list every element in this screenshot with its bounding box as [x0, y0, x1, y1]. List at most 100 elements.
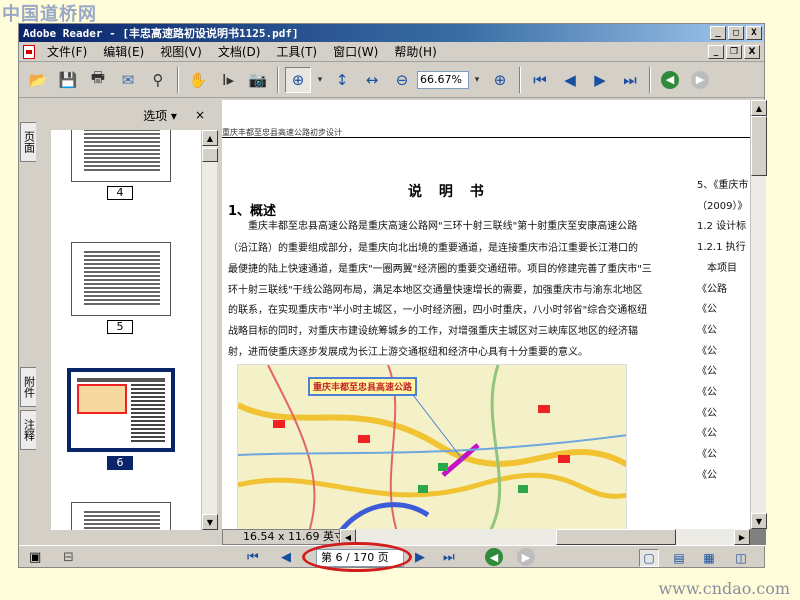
options-menu[interactable]: 选项 ▾ — [143, 107, 177, 124]
main-area: 页面 附件 注释 选项 ▾ × 4 5 6 ▲ ▼ 重庆丰都至忠县高速公路初步设… — [19, 100, 767, 545]
right-column-text: 《公路 — [697, 284, 727, 295]
toolbar-separator — [649, 66, 651, 93]
scroll-down-icon[interactable]: ▼ — [202, 514, 218, 530]
open-folder-icon[interactable]: 📂 — [25, 67, 51, 93]
thumbnail-scrollbar[interactable]: ▲ ▼ — [201, 130, 218, 530]
right-column-text: 1.2.1 执行 — [697, 242, 746, 253]
map-route-label: 重庆丰都至忠县高速公路 — [308, 377, 418, 396]
next-page-icon[interactable]: ▶ — [587, 67, 613, 93]
pdf-page: 重庆丰都至忠县高速公路初步设计 说 明 书 1、概述 重庆丰都至忠县高速公路是重… — [222, 100, 750, 529]
doc-restore-button[interactable]: ❐ — [726, 45, 742, 59]
go-forward-icon[interactable]: ▶ — [687, 67, 713, 93]
page-label-6[interactable]: 6 — [107, 456, 133, 470]
zoom-tool-dropdown-icon[interactable]: ▾ — [315, 67, 325, 93]
close-button[interactable]: X — [746, 26, 762, 40]
right-column-text: 《公 — [697, 428, 717, 439]
go-forward-icon[interactable]: ▶ — [517, 548, 535, 566]
print-icon[interactable]: 🖶 — [85, 67, 111, 93]
page-options-icon[interactable]: ⊟ — [63, 550, 74, 565]
scroll-up-icon[interactable]: ▲ — [751, 100, 767, 116]
right-column-text: 本项目 — [697, 263, 737, 274]
menu-bar: 文件(F) 编辑(E) 视图(V) 文档(D) 工具(T) 窗口(W) 帮助(H… — [19, 42, 764, 62]
window-title: Adobe Reader - [丰忠高速路初设说明书1125.pdf] — [23, 27, 299, 40]
continuous-facing-view-icon[interactable]: ◫ — [731, 549, 751, 567]
right-column-text: 《公 — [697, 346, 717, 357]
tab-attachments[interactable]: 附件 — [20, 367, 36, 407]
document-viewport[interactable]: 重庆丰都至忠县高速公路初步设计 说 明 书 1、概述 重庆丰都至忠县高速公路是重… — [222, 100, 767, 545]
map-graphic — [238, 365, 626, 529]
scroll-up-icon[interactable]: ▲ — [202, 130, 218, 146]
route-map-image: 重庆丰都至忠县高速公路 — [237, 364, 627, 529]
page-label-4[interactable]: 4 — [107, 186, 133, 200]
first-page-icon[interactable]: ⏮ — [527, 67, 553, 93]
previous-page-icon[interactable]: ◀ — [557, 67, 583, 93]
menu-document[interactable]: 文档(D) — [210, 43, 269, 60]
minimize-button[interactable]: _ — [710, 26, 726, 40]
document-title: 说 明 书 — [408, 184, 490, 200]
doc-close-button[interactable]: X — [744, 45, 760, 59]
page-thumbnail-4[interactable] — [71, 130, 171, 182]
zoom-input[interactable]: 66.67% — [417, 70, 469, 89]
scroll-right-icon[interactable]: ▶ — [734, 529, 750, 545]
scroll-down-icon[interactable]: ▼ — [751, 513, 767, 529]
fit-width-icon[interactable]: ↔ — [359, 67, 385, 93]
hscroll-track[interactable] — [356, 529, 734, 545]
facing-view-icon[interactable]: ▦ — [699, 549, 719, 567]
document-window-controls: _ ❐ X — [708, 45, 762, 59]
search-binoculars-icon[interactable]: ⚲ — [145, 67, 171, 93]
right-column-text: 《公 — [697, 325, 717, 336]
header-rule — [222, 137, 750, 138]
previous-page-icon[interactable]: ◀ — [281, 550, 291, 565]
doc-minimize-button[interactable]: _ — [708, 45, 724, 59]
pdf-document-icon[interactable] — [23, 44, 35, 59]
main-toolbar: 📂 💾 🖶 ✉ ⚲ ✋ I▸ 📷 ⊕ ▾ ↕ ↔ ⊖ 66.67% ▾ ⊕ ⏮ … — [19, 62, 764, 98]
go-back-icon[interactable]: ◀ — [657, 67, 683, 93]
watermark-bottom: www.cndao.com — [658, 579, 790, 598]
hand-tool-icon[interactable]: ✋ — [185, 67, 211, 93]
page-thumbnail-7[interactable] — [71, 502, 171, 530]
select-text-icon[interactable]: I▸ — [215, 67, 241, 93]
zoom-out-icon[interactable]: ⊖ — [389, 67, 415, 93]
toolbar-separator — [177, 66, 179, 93]
email-icon[interactable]: ✉ — [115, 67, 141, 93]
paragraph-line: 战略目标的同时，对重庆市建设统筹城乡的工作，对增强重庆主城区对三峡库区地区的经济… — [228, 326, 638, 337]
go-back-icon[interactable]: ◀ — [485, 548, 503, 566]
fit-height-icon[interactable]: ↕ — [329, 67, 355, 93]
scrollbar-thumb[interactable] — [202, 148, 218, 162]
menu-edit[interactable]: 编辑(E) — [95, 43, 152, 60]
right-column-text: （2009）》 — [697, 201, 748, 212]
document-vertical-scrollbar[interactable]: ▲ ▼ — [750, 100, 767, 529]
single-page-view-icon[interactable]: ▢ — [639, 549, 659, 567]
maximize-button[interactable]: □ — [728, 26, 744, 40]
tab-comments[interactable]: 注释 — [20, 410, 36, 450]
right-column-text: 1.2 设计标 — [697, 221, 747, 232]
menu-help[interactable]: 帮助(H) — [386, 43, 444, 60]
zoom-in-icon[interactable]: ⊕ — [487, 67, 513, 93]
save-icon[interactable]: 💾 — [55, 67, 81, 93]
menu-tools[interactable]: 工具(T) — [268, 43, 325, 60]
snapshot-camera-icon[interactable]: 📷 — [245, 67, 271, 93]
highlight-annotation-ellipse — [302, 542, 412, 572]
toggle-navigation-icon[interactable]: ▣ — [29, 550, 41, 565]
close-panel-icon[interactable]: × — [195, 108, 205, 122]
zoom-in-tool-icon[interactable]: ⊕ — [285, 66, 311, 93]
adobe-reader-window: Adobe Reader - [丰忠高速路初设说明书1125.pdf] _ □ … — [18, 23, 767, 572]
continuous-view-icon[interactable]: ▤ — [669, 549, 689, 567]
document-horizontal-scrollbar[interactable]: 16.54 x 11.69 英寸 ◀ ▶ — [222, 529, 750, 545]
scrollbar-thumb[interactable] — [556, 529, 676, 545]
page-thumbnail-6-selected[interactable] — [67, 368, 175, 452]
menu-window[interactable]: 窗口(W) — [325, 43, 386, 60]
last-page-icon[interactable]: ⏭ — [617, 67, 643, 93]
navigation-panel: 选项 ▾ × 4 5 6 ▲ ▼ — [37, 100, 218, 545]
scrollbar-thumb[interactable] — [751, 116, 767, 176]
page-thumbnail-5[interactable] — [71, 242, 171, 316]
first-page-icon[interactable]: ⏮ — [247, 550, 259, 565]
right-column-text: 《公 — [697, 449, 717, 460]
menu-file[interactable]: 文件(F) — [39, 43, 95, 60]
last-page-icon[interactable]: ⏭ — [443, 550, 455, 565]
zoom-dropdown-icon[interactable]: ▾ — [471, 67, 483, 93]
tab-pages[interactable]: 页面 — [20, 122, 36, 162]
next-page-icon[interactable]: ▶ — [415, 550, 425, 565]
menu-view[interactable]: 视图(V) — [152, 43, 210, 60]
page-label-5[interactable]: 5 — [107, 320, 133, 334]
